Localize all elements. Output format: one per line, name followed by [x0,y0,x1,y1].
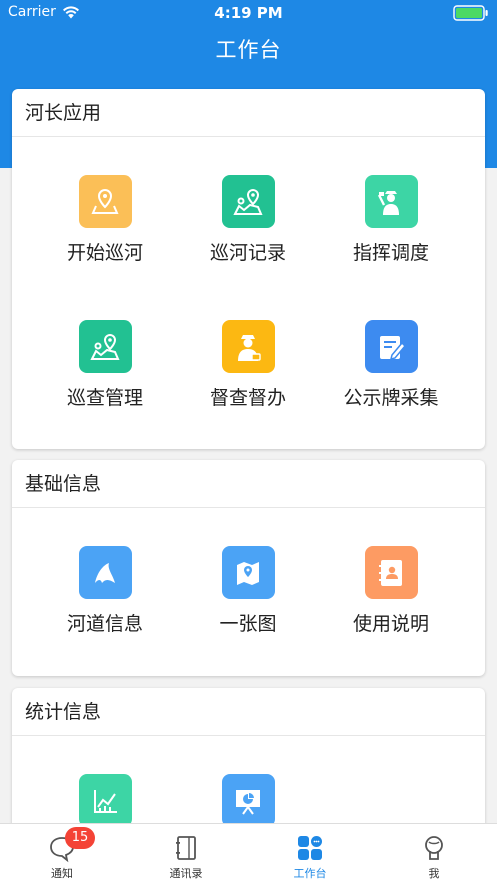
user-icon [419,833,449,863]
inspection-management-tile[interactable]: 巡查管理 [30,320,180,410]
tab-label: 工作台 [293,867,327,880]
page-title: 工作台 [215,38,282,62]
chat-bubble-icon: 15 [47,827,95,863]
section-title: 河长应用 [12,89,485,137]
command-dispatch-tile[interactable]: 指挥调度 [316,175,466,265]
tab-contacts[interactable]: 通讯录 [124,824,248,883]
tile-label: 开始巡河 [66,242,143,264]
grid-apps-icon [295,833,325,863]
map-route-icon [78,320,132,373]
user-guide-tile[interactable]: 使用说明 [316,546,466,636]
basic-info-card: 基础信息 河道信息 一张图 使用说明 [12,460,485,676]
tile-label: 督查督办 [209,387,286,409]
tile-label: 河道信息 [66,613,143,635]
section-title: 统计信息 [12,688,485,736]
map-route-icon [221,175,275,228]
signboard-collection-tile[interactable]: 公示牌采集 [316,320,466,410]
inspector-icon [221,320,275,373]
contacts-book-icon [364,546,418,599]
tile-label: 一张图 [219,613,277,635]
notification-badge: 15 [65,827,95,849]
tab-bar: 15 通知 通讯录 工作台 我 [0,823,497,883]
tab-label: 我 [428,867,440,880]
one-map-tile[interactable]: 一张图 [173,546,323,636]
tab-me[interactable]: 我 [372,824,496,883]
section-title: 基础信息 [12,460,485,508]
map-pin-icon [78,175,132,228]
tile-label: 指挥调度 [352,242,429,264]
map-icon [221,546,275,599]
tab-label: 通知 [51,867,73,880]
tile-label: 公示牌采集 [343,387,439,409]
line-chart-icon [78,774,132,827]
patrol-records-tile[interactable]: 巡河记录 [173,175,323,265]
tab-label: 通讯录 [169,867,203,880]
river-apps-card: 河长应用 开始巡河 巡河记录 指挥调度 巡查管理 督查督办 公示牌采集 [12,89,485,449]
river-info-tile[interactable]: 河道信息 [30,546,180,636]
tab-workbench[interactable]: 工作台 [248,824,372,883]
status-bar: Carrier 4:19 PM [0,0,497,26]
tile-label: 巡河记录 [209,242,286,264]
presentation-chart-icon [221,774,275,827]
commander-icon [364,175,418,228]
tab-notifications[interactable]: 15 通知 [0,824,124,883]
start-patrol-tile[interactable]: 开始巡河 [30,175,180,265]
status-time: 4:19 PM [214,4,283,22]
supervision-tile[interactable]: 督查督办 [173,320,323,410]
tile-label: 巡查管理 [66,387,143,409]
edit-doc-icon [364,320,418,373]
river-icon [78,546,132,599]
battery-icon [453,5,489,25]
address-book-icon [171,833,201,863]
tile-label: 使用说明 [352,613,429,635]
